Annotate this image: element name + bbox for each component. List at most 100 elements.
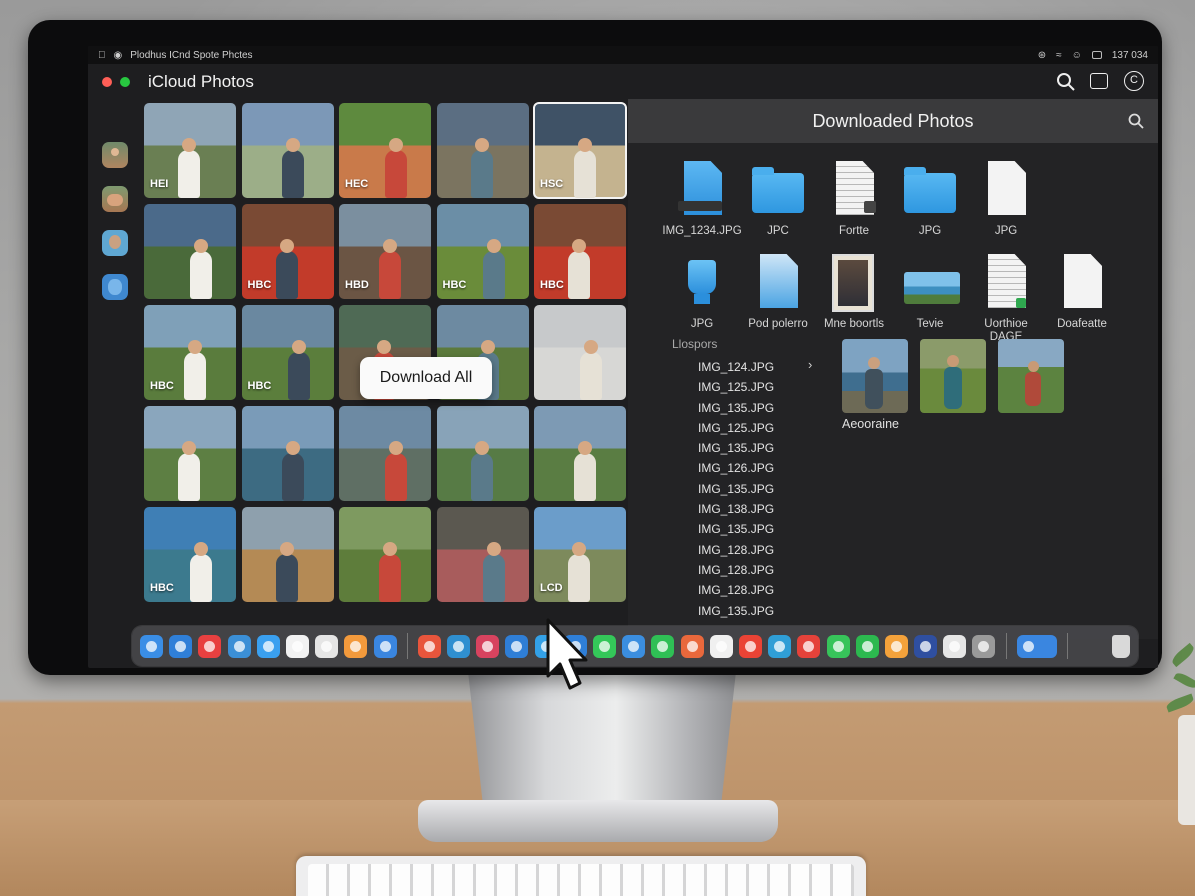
file-item[interactable]: Mne boortls	[816, 254, 892, 344]
drive-icon[interactable]	[315, 634, 339, 658]
check-icon[interactable]	[651, 634, 675, 658]
user-icon[interactable]: ☺	[1072, 50, 1082, 61]
photo-thumbnail[interactable]	[436, 507, 529, 602]
dock-icon-glyph	[920, 640, 932, 652]
sidebar-item-group[interactable]	[102, 186, 128, 212]
trash-icon[interactable]	[1112, 634, 1130, 658]
photo-thumbnail[interactable]: HBC	[144, 305, 236, 400]
wifi-icon[interactable]: ≈	[1056, 50, 1062, 61]
list-item[interactable]: IMG_125.JPG	[698, 377, 818, 397]
puzzle-icon[interactable]	[943, 634, 967, 658]
facetime-icon[interactable]	[826, 634, 850, 658]
close-window-icon[interactable]	[102, 77, 112, 87]
trash-small-icon[interactable]	[972, 634, 996, 658]
photo-thumbnail[interactable]: HBC	[436, 204, 529, 299]
finder-icon[interactable]	[140, 634, 163, 658]
photo-thumbnail[interactable]	[534, 406, 626, 501]
gift-icon[interactable]	[709, 634, 733, 658]
photo-thumbnail[interactable]	[144, 204, 236, 299]
file-item[interactable]: Tevie	[892, 254, 968, 344]
compass-icon[interactable]	[373, 634, 397, 658]
list-item[interactable]: IMG_138.JPG	[698, 499, 818, 519]
file-item[interactable]: Fortte	[816, 161, 892, 238]
photo-thumbnail[interactable]	[436, 103, 529, 198]
list-item[interactable]: IMG_128.JPG	[698, 560, 818, 580]
photo-thumbnail[interactable]	[241, 103, 334, 198]
document-icon	[1056, 254, 1108, 314]
file-item[interactable]: Pod polerro	[740, 254, 816, 344]
weather-icon[interactable]	[447, 634, 471, 658]
photo-thumbnail[interactable]	[534, 305, 626, 400]
toolbar-copyright-icon[interactable]: C	[1124, 71, 1144, 91]
apple-icon[interactable]: 	[98, 50, 106, 61]
photo-thumbnail[interactable]	[436, 406, 529, 501]
file-item[interactable]: IMG_1234.JPG	[662, 161, 742, 238]
file-item[interactable]: JPG	[664, 254, 740, 344]
toolbar-search-icon[interactable]	[1056, 72, 1076, 97]
app-menu-icon[interactable]: ◉	[114, 50, 123, 61]
settings-red-icon[interactable]	[797, 634, 821, 658]
preview-photo[interactable]	[920, 339, 986, 413]
list-item[interactable]: IMG_124.JPG	[698, 357, 818, 377]
photo-thumbnail[interactable]: HSC	[533, 102, 627, 199]
pen-icon[interactable]	[622, 634, 646, 658]
maximize-window-icon[interactable]	[120, 77, 130, 87]
list-item[interactable]: IMG_128.JPG	[698, 540, 818, 560]
chevron-right-icon[interactable]: ›	[808, 357, 812, 372]
chat-icon[interactable]	[285, 634, 309, 658]
refresh-icon[interactable]	[768, 634, 792, 658]
target-icon[interactable]	[680, 634, 704, 658]
sidebar-item-person[interactable]	[102, 142, 128, 168]
battery-icon[interactable]	[1091, 51, 1102, 59]
file-item[interactable]: JPC	[740, 161, 816, 238]
messages-icon[interactable]	[593, 634, 616, 658]
instagram-icon[interactable]	[476, 634, 500, 658]
calendar-icon[interactable]	[344, 634, 368, 658]
list-item[interactable]: IMG_135.JPG	[698, 601, 818, 621]
maps-icon[interactable]	[855, 634, 879, 658]
list-item[interactable]: IMG_135.JPG	[698, 519, 818, 539]
list-item[interactable]: IMG_135.JPG	[698, 438, 818, 458]
bluetooth-icon[interactable]: ⊛	[1038, 50, 1046, 61]
record-icon[interactable]	[198, 634, 222, 658]
photo-thumbnail[interactable]	[339, 507, 431, 602]
list-item[interactable]: IMG_126.JPG	[698, 458, 818, 478]
file-item[interactable]: JPG	[968, 161, 1044, 238]
photo-thumbnail[interactable]: HEC	[339, 103, 431, 198]
panel-search-icon[interactable]	[1128, 113, 1144, 134]
photo-thumbnail[interactable]	[241, 406, 334, 501]
sidebar-item-pumpkin[interactable]	[102, 274, 128, 300]
shield-icon[interactable]	[505, 634, 529, 658]
app-red-icon[interactable]	[417, 634, 441, 658]
photo-thumbnail[interactable]	[241, 507, 334, 602]
circle-icon[interactable]	[914, 634, 938, 658]
list-item[interactable]: IMG_128.JPG	[698, 580, 818, 600]
photo-thumbnail[interactable]: HBC	[534, 204, 626, 299]
photo-thumbnail[interactable]: LCD	[534, 507, 626, 602]
list-item[interactable]: IMG_125.JPG	[698, 418, 818, 438]
chrome-icon[interactable]	[738, 634, 762, 658]
photo-thumbnail[interactable]: HBC	[241, 204, 334, 299]
file-item[interactable]: Doafeatte	[1044, 254, 1120, 344]
list-item[interactable]: IMG_135.JPG	[698, 398, 818, 418]
grid-icon[interactable]	[884, 634, 908, 658]
file-list: IMG_124.JPG IMG_125.JPG IMG_135.JPG IMG_125…	[698, 357, 818, 621]
preview-photo[interactable]	[998, 339, 1064, 413]
file-item[interactable]: JPG	[892, 161, 968, 238]
photo-thumbnail[interactable]: HEI	[144, 103, 236, 198]
photo-thumbnail[interactable]: HBD	[339, 204, 431, 299]
download-all-button[interactable]: Download All	[360, 357, 492, 399]
file-item[interactable]: Uorthioe DAGE	[968, 254, 1044, 344]
photo-thumbnail[interactable]: HBC	[241, 305, 334, 400]
photo-thumbnail[interactable]: HBC	[144, 507, 236, 602]
sidebar-item-portrait[interactable]	[102, 230, 128, 256]
preview-photo[interactable]	[842, 339, 908, 413]
terminal-icon[interactable]	[1016, 634, 1057, 658]
files-icon[interactable]	[256, 634, 280, 658]
photo-thumbnail[interactable]	[144, 406, 236, 501]
xcode-icon[interactable]	[169, 634, 193, 658]
photo-thumbnail[interactable]	[339, 406, 431, 501]
list-item[interactable]: IMG_135.JPG	[698, 479, 818, 499]
toolbar-box-icon[interactable]	[1090, 73, 1108, 89]
preview-icon[interactable]	[227, 634, 251, 658]
